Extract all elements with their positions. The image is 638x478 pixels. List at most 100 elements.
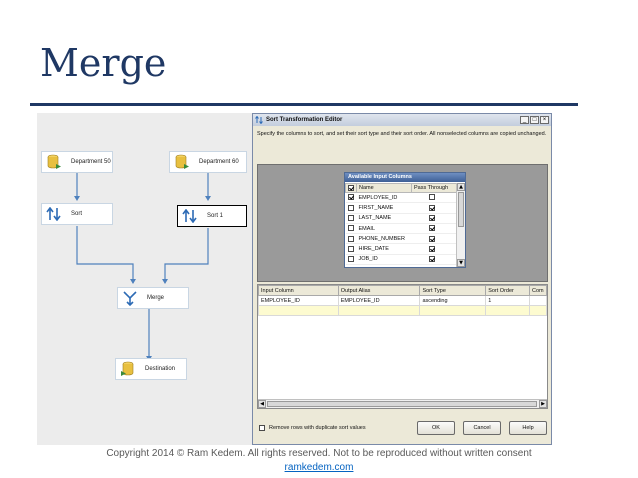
- sort-1-task-label: Sort 1: [207, 213, 224, 219]
- ok-button[interactable]: OK: [417, 421, 455, 435]
- grid-header-sort-type[interactable]: Sort Type: [419, 285, 487, 296]
- sort-task-label: Sort: [71, 211, 83, 217]
- merge-icon: [121, 289, 139, 307]
- column-select-cell[interactable]: [345, 243, 357, 255]
- name-column-header[interactable]: Name: [356, 183, 412, 193]
- grid-header-comparison[interactable]: Com: [529, 285, 547, 296]
- grid-cell-comparison[interactable]: [529, 295, 547, 306]
- grid-cell-sort-order[interactable]: 1: [485, 295, 530, 306]
- sort-transformation-editor: Sort Transformation Editor _ □ × Specify…: [252, 113, 552, 445]
- grid-cell-input-column[interactable]: EMPLOYEE_ID: [258, 295, 339, 306]
- editor-titlebar[interactable]: Sort Transformation Editor _ □ ×: [253, 114, 551, 126]
- column-select-checkbox[interactable]: [347, 204, 354, 211]
- footer-link-container: ramkedem.com: [0, 462, 638, 473]
- select-all-header[interactable]: [345, 183, 357, 193]
- cancel-button[interactable]: Cancel: [463, 421, 501, 435]
- pass-through-checkbox[interactable]: [428, 235, 435, 242]
- scroll-up-button[interactable]: ▲: [457, 183, 465, 191]
- column-select-cell[interactable]: [345, 223, 357, 235]
- pass-through-checkbox[interactable]: [428, 245, 435, 252]
- window-buttons: _ □ ×: [520, 116, 549, 124]
- help-button[interactable]: Help: [509, 421, 547, 435]
- minimize-button[interactable]: _: [520, 116, 529, 124]
- sort-icon: [181, 207, 199, 225]
- slide-title: Merge: [40, 41, 167, 85]
- column-select-checkbox[interactable]: [347, 215, 354, 222]
- pass-through-cell[interactable]: [411, 202, 457, 214]
- source-department-50[interactable]: Department 50: [41, 151, 113, 173]
- new-row-cell[interactable]: [258, 305, 339, 316]
- editor-description: Specify the columns to sort, and set the…: [257, 131, 547, 137]
- website-link[interactable]: ramkedem.com: [285, 462, 354, 473]
- remove-duplicates-checkbox[interactable]: [259, 425, 265, 431]
- column-select-checkbox[interactable]: [347, 245, 354, 252]
- column-select-cell[interactable]: [345, 213, 357, 224]
- scroll-right-button[interactable]: ▶: [539, 400, 547, 408]
- close-button[interactable]: ×: [540, 116, 549, 124]
- available-column-row[interactable]: HIRE_DATE: [345, 243, 457, 255]
- sort-1-task[interactable]: Sort 1: [177, 205, 247, 227]
- table-row[interactable]: EMPLOYEE_ID EMPLOYEE_ID ascending 1: [258, 295, 547, 306]
- pass-through-checkbox[interactable]: [428, 204, 435, 211]
- source-department-60[interactable]: Department 60: [169, 151, 247, 173]
- available-column-row[interactable]: EMAIL: [345, 223, 457, 235]
- column-name: PHONE_NUMBER: [356, 233, 412, 245]
- merge-task[interactable]: Merge: [117, 287, 189, 309]
- available-column-row[interactable]: JOB_ID: [345, 254, 457, 266]
- grid-cell-sort-type[interactable]: ascending: [419, 295, 487, 306]
- select-all-checkbox[interactable]: [348, 184, 354, 191]
- pass-through-column-header[interactable]: Pass Through: [411, 183, 457, 193]
- pass-through-cell[interactable]: [411, 254, 457, 266]
- pass-through-cell[interactable]: [411, 223, 457, 235]
- new-row-cell[interactable]: [529, 305, 547, 316]
- scroll-left-button[interactable]: ◀: [258, 400, 266, 408]
- column-select-cell[interactable]: [345, 192, 357, 204]
- column-name: JOB_ID: [356, 254, 412, 266]
- pass-through-checkbox[interactable]: [428, 194, 435, 201]
- column-select-checkbox[interactable]: [347, 235, 354, 242]
- source-db-icon: [45, 153, 63, 171]
- column-select-cell[interactable]: [345, 233, 357, 245]
- source-db-icon: [173, 153, 191, 171]
- grid-header-output-alias[interactable]: Output Alias: [337, 285, 421, 296]
- available-input-columns: Available Input Columns Name Pass Throug…: [344, 172, 466, 268]
- maximize-button[interactable]: □: [530, 116, 539, 124]
- pass-through-checkbox[interactable]: [428, 256, 435, 263]
- grid-cell-output-alias[interactable]: EMPLOYEE_ID: [337, 295, 421, 306]
- editor-title: Sort Transformation Editor: [266, 117, 343, 123]
- available-column-row[interactable]: LAST_NAME: [345, 213, 457, 224]
- pass-through-cell[interactable]: [411, 243, 457, 255]
- pass-through-checkbox[interactable]: [428, 215, 435, 222]
- pass-through-cell[interactable]: [411, 213, 457, 224]
- pass-through-checkbox[interactable]: [428, 225, 435, 232]
- column-name: EMPLOYEE_ID: [356, 192, 412, 204]
- horizontal-scroll-thumb[interactable]: [267, 401, 537, 407]
- new-row-cell[interactable]: [337, 305, 421, 316]
- new-row-cell[interactable]: [485, 305, 530, 316]
- column-select-cell[interactable]: [345, 202, 357, 214]
- column-select-cell[interactable]: [345, 254, 357, 266]
- source-department-50-label: Department 50: [71, 159, 111, 165]
- data-flow-canvas[interactable]: Department 50 Department 60 Sort Sort 1 …: [37, 113, 256, 445]
- grid-horizontal-scrollbar[interactable]: ◀ ▶: [258, 399, 547, 408]
- grid-header-input-column[interactable]: Input Column: [258, 285, 339, 296]
- new-row-cell[interactable]: [419, 305, 487, 316]
- grid-header-sort-order[interactable]: Sort Order: [485, 285, 530, 296]
- remove-duplicates-label: Remove rows with duplicate sort values: [269, 425, 366, 431]
- pass-through-cell[interactable]: [411, 192, 457, 204]
- pass-through-cell[interactable]: [411, 233, 457, 245]
- scroll-thumb[interactable]: [458, 192, 464, 227]
- column-select-checkbox[interactable]: [347, 225, 354, 232]
- column-name: EMAIL: [356, 223, 412, 235]
- sort-task[interactable]: Sort: [41, 203, 113, 225]
- column-select-checkbox[interactable]: [347, 194, 354, 201]
- scroll-down-button[interactable]: ▼: [457, 259, 465, 267]
- destination-task[interactable]: Destination: [115, 358, 187, 380]
- column-select-checkbox[interactable]: [347, 256, 354, 263]
- available-column-row[interactable]: PHONE_NUMBER: [345, 233, 457, 245]
- available-column-row[interactable]: FIRST_NAME: [345, 202, 457, 214]
- remove-duplicates-option[interactable]: Remove rows with duplicate sort values: [259, 425, 366, 431]
- available-columns-scrollbar[interactable]: ▲ ▼: [456, 183, 465, 267]
- available-column-row[interactable]: EMPLOYEE_ID: [345, 192, 457, 204]
- new-row[interactable]: [258, 305, 547, 316]
